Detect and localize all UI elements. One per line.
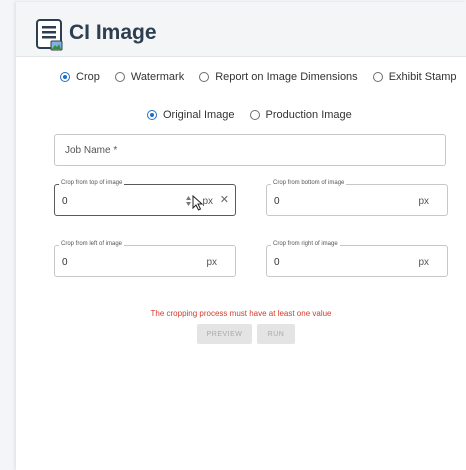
radio-label: Crop xyxy=(76,71,100,83)
ci-image-panel: CI Image Crop Watermark Report on Image … xyxy=(16,2,466,470)
crop-bottom-field[interactable]: Crop from bottom of image 0 px xyxy=(266,180,448,216)
crop-left-value[interactable]: 0 xyxy=(62,257,68,268)
radio-watermark[interactable]: Watermark xyxy=(114,71,185,83)
panel-header: CI Image xyxy=(16,2,466,57)
mode-radio-group: Crop Watermark Report on Image Dimension… xyxy=(60,71,457,83)
radio-report-dimensions[interactable]: Report on Image Dimensions xyxy=(199,71,358,83)
radio-button-checked[interactable] xyxy=(147,110,157,120)
document-image-icon xyxy=(36,19,63,51)
crop-bottom-label: Crop from bottom of image xyxy=(271,180,347,186)
job-name-placeholder: Job Name * xyxy=(65,145,118,156)
crop-bottom-unit: px xyxy=(418,196,429,207)
crop-right-value[interactable]: 0 xyxy=(274,257,280,268)
radio-button[interactable] xyxy=(249,110,260,120)
page-title: CI Image xyxy=(69,21,157,44)
radio-label: Production Image xyxy=(265,109,352,121)
crop-right-field[interactable]: Crop from right of image 0 px xyxy=(266,241,448,277)
source-radio-group: Original Image Production Image xyxy=(147,109,352,121)
radio-label: Report on Image Dimensions xyxy=(215,71,358,83)
crop-left-field[interactable]: Crop from left of image 0 px xyxy=(54,241,236,277)
crop-left-unit: px xyxy=(206,257,217,268)
number-spinner-icon[interactable] xyxy=(186,196,191,206)
mouse-pointer-icon xyxy=(192,195,204,211)
radio-label: Exhibit Stamp xyxy=(388,71,457,83)
preview-button[interactable]: PREVIEW xyxy=(197,324,252,344)
radio-button[interactable] xyxy=(372,72,383,82)
error-message: The cropping process must have at least … xyxy=(150,309,332,318)
radio-original-image[interactable]: Original Image xyxy=(147,109,235,121)
radio-button[interactable] xyxy=(199,72,210,82)
radio-production-image[interactable]: Production Image xyxy=(249,109,352,121)
radio-crop[interactable]: Crop xyxy=(60,71,100,83)
crop-bottom-value[interactable]: 0 xyxy=(274,196,280,207)
clear-icon[interactable]: ✕ xyxy=(220,195,229,206)
radio-exhibit-stamp[interactable]: Exhibit Stamp xyxy=(372,71,457,83)
crop-top-field[interactable]: Crop from top of image 0 px ✕ xyxy=(54,180,236,216)
radio-label: Watermark xyxy=(130,71,185,83)
crop-right-unit: px xyxy=(418,257,429,268)
crop-top-label: Crop from top of image xyxy=(59,180,125,186)
crop-top-unit: px xyxy=(202,196,213,207)
radio-label: Original Image xyxy=(163,109,235,121)
run-button[interactable]: RUN xyxy=(257,324,295,344)
radio-button-checked[interactable] xyxy=(60,72,70,82)
job-name-field[interactable]: Job Name * xyxy=(54,134,446,166)
crop-top-value[interactable]: 0 xyxy=(62,196,68,207)
radio-button[interactable] xyxy=(114,72,125,82)
crop-left-label: Crop from left of image xyxy=(59,241,125,247)
crop-right-label: Crop from right of image xyxy=(271,241,340,247)
